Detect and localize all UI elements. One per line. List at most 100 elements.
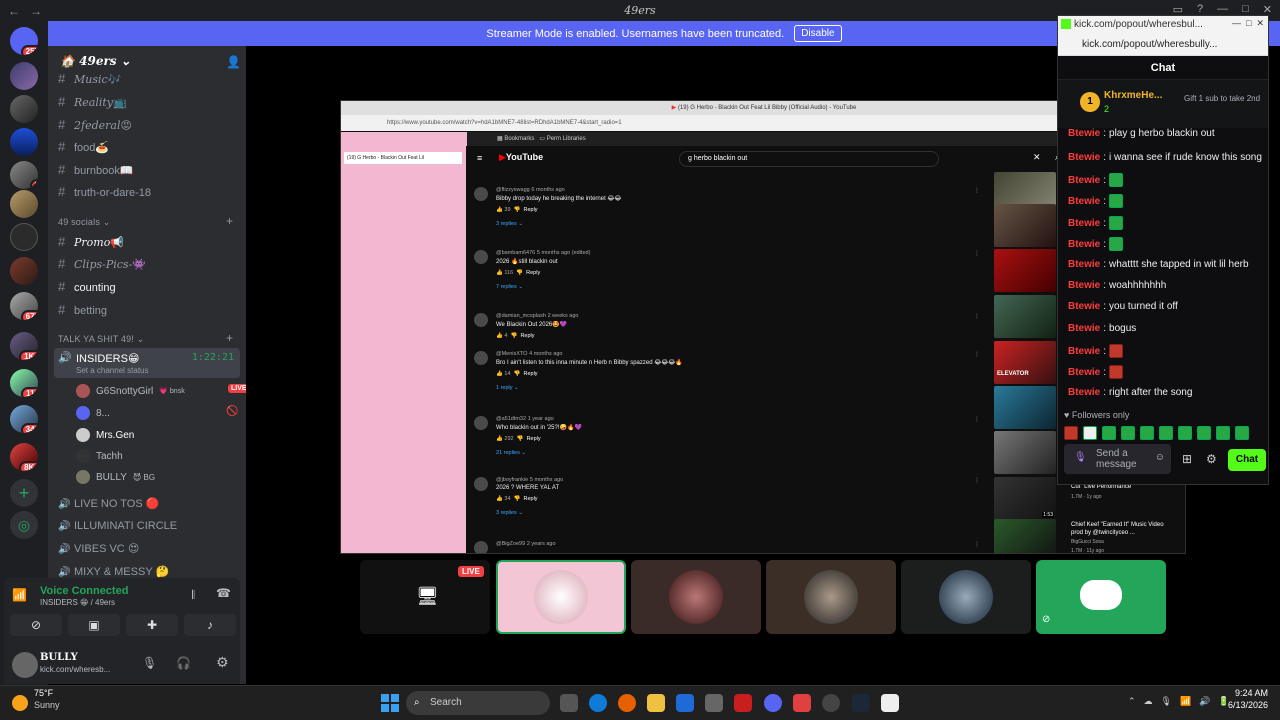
file-explorer-icon[interactable] — [647, 694, 665, 712]
chat-username[interactable]: Btewie — [1068, 175, 1100, 186]
voice-connected-sub[interactable]: INSIDERS 😁 / 49ers — [40, 598, 115, 607]
chat-username[interactable]: Btewie — [1068, 280, 1100, 291]
chat-username[interactable]: Btewie — [1068, 152, 1100, 163]
server-folder-icon[interactable]: 679 — [10, 292, 38, 320]
emote-icon[interactable] — [1102, 426, 1116, 440]
participant-tile[interactable] — [766, 560, 896, 634]
voice-channel-mixy-messy[interactable]: 🔊 MIXY & MESSY 🤔 — [58, 565, 169, 578]
server-icon[interactable] — [10, 257, 38, 285]
invite-icon[interactable]: 👤 — [226, 55, 241, 69]
channel-truth-or-dare[interactable]: # truth-or-dare-18 — [58, 184, 151, 199]
settings-gear-icon[interactable]: ⚙ — [216, 654, 229, 671]
chat-username[interactable]: Btewie — [1068, 387, 1100, 398]
add-server-icon[interactable]: + — [10, 479, 38, 507]
participant-tile[interactable] — [631, 560, 761, 634]
chat-username[interactable]: Btewie — [1068, 196, 1100, 207]
voice-channel-illuminati[interactable]: 🔊 ILLUMINATI CIRCLE — [58, 520, 177, 532]
emote-icon[interactable] — [1064, 426, 1078, 440]
popout-address-bar[interactable]: kick.com/popout/wheresbully... — [1058, 33, 1268, 56]
chat-username[interactable]: Btewie — [1068, 128, 1100, 139]
chat-username[interactable]: Btewie — [1068, 323, 1100, 334]
camera-off-icon[interactable]: ⊘ — [10, 614, 62, 636]
discord-icon[interactable] — [764, 694, 782, 712]
channel-2federal[interactable]: #2federal😡 — [58, 117, 132, 132]
share-screen-icon[interactable]: ▣ — [68, 614, 120, 636]
soundboard-icon[interactable]: ♪ — [184, 614, 236, 636]
server-icon[interactable] — [10, 62, 38, 90]
steam-icon[interactable] — [852, 694, 870, 712]
chat-username[interactable]: Btewie — [1068, 367, 1100, 378]
channel-food[interactable]: # food🍝 — [58, 139, 109, 154]
chat-username[interactable]: Btewie — [1068, 259, 1100, 270]
start-windows-icon[interactable] — [381, 694, 399, 712]
server-name-header[interactable]: 🏠 49ers ⌄ — [60, 54, 131, 68]
chat-username[interactable]: Btewie — [1068, 346, 1100, 357]
voice-user[interactable]: Mrs.Gen — [76, 428, 134, 442]
discover-icon[interactable]: ◎ — [10, 511, 38, 539]
stream-tile[interactable]: 🖥 LIVE — [360, 560, 490, 634]
category-49-socials[interactable]: 49 socials ⌄ — [58, 217, 110, 228]
direct-messages-icon[interactable]: 257 — [10, 27, 38, 55]
server-folder-icon[interactable]: 114 — [10, 369, 38, 397]
app-icon[interactable] — [881, 694, 899, 712]
settings-gear-icon[interactable]: ⚙ — [1206, 452, 1217, 466]
voice-user[interactable]: Tachh — [76, 449, 123, 463]
edge-icon[interactable] — [589, 694, 607, 712]
channel-clips-pics[interactable]: # Clips-Pics-👾 — [58, 256, 146, 271]
voice-channel-insiders[interactable]: 🔊 INSIDERS😁 1:22:21 Set a channel status — [54, 348, 240, 378]
gift-cta[interactable]: Gift 1 sub to take 2nd — [1184, 94, 1264, 103]
gift-icon[interactable]: ⊞ — [1182, 452, 1192, 466]
add-channel-icon[interactable]: + — [226, 331, 233, 345]
emote-icon[interactable] — [1235, 426, 1249, 440]
emote-icon[interactable] — [1197, 426, 1211, 440]
weather-sun-icon[interactable] — [12, 695, 28, 711]
chat-username[interactable]: Btewie — [1068, 301, 1100, 312]
store-icon[interactable] — [705, 694, 723, 712]
firefox-icon[interactable] — [618, 694, 636, 712]
channel-promo[interactable]: # Promo📢 — [58, 234, 124, 249]
server-icon[interactable] — [10, 95, 38, 123]
headphones-icon[interactable]: 🎧 — [176, 656, 191, 670]
channel-counting[interactable]: # counting — [58, 279, 116, 294]
voice-channel-vibes[interactable]: 🔊 VIBES VC 😍 — [58, 542, 139, 555]
emote-icon[interactable] — [1216, 426, 1230, 440]
participant-tile[interactable]: ⊘ — [1036, 560, 1166, 634]
emote-icon[interactable] — [1159, 426, 1173, 440]
disconnect-icon[interactable]: ☎ — [216, 586, 231, 600]
server-icon[interactable] — [10, 128, 38, 156]
emote-icon[interactable] — [1140, 426, 1154, 440]
emote-icon[interactable] — [1178, 426, 1192, 440]
category-talk[interactable]: TALK YA SHIT 49! ⌄ — [58, 334, 145, 345]
emote-icon[interactable] — [1083, 426, 1097, 440]
adobe-icon[interactable] — [734, 694, 752, 712]
activities-icon[interactable]: ✚ — [126, 614, 178, 636]
server-icon[interactable] — [10, 190, 38, 218]
obs-icon[interactable] — [822, 694, 840, 712]
emote-bar[interactable] — [1064, 426, 1262, 440]
emote-icon[interactable] — [1121, 426, 1135, 440]
chat-username[interactable]: Btewie — [1068, 239, 1100, 250]
channel-reality[interactable]: # Reality📺 — [58, 94, 127, 109]
channel-status[interactable]: Set a channel status — [76, 366, 149, 375]
noise-suppression-icon[interactable]: 𝄃 — [192, 588, 195, 603]
voice-user[interactable]: BULLY 😈 BG — [76, 470, 155, 484]
voice-channel-live-no-tos[interactable]: 🔊 LIVE NO TOS 🔴 — [58, 497, 159, 510]
disable-button[interactable]: Disable — [794, 25, 842, 42]
microphone-icon[interactable]: 🎙 — [142, 656, 157, 670]
participant-tile[interactable] — [901, 560, 1031, 634]
taskbar-search[interactable]: ⌕ Search — [406, 691, 550, 715]
avatar[interactable] — [12, 652, 38, 678]
outlook-icon[interactable] — [676, 694, 694, 712]
app-icon[interactable] — [793, 694, 811, 712]
channel-betting[interactable]: # betting — [58, 302, 107, 317]
chat-username[interactable]: Btewie — [1068, 218, 1100, 229]
signal-icon[interactable]: 📶 — [12, 588, 27, 602]
voice-user[interactable]: 8... 🚫 — [76, 406, 238, 420]
emoji-icon[interactable]: ☺ — [1155, 452, 1165, 463]
participant-tile[interactable] — [496, 560, 626, 634]
add-channel-icon[interactable]: + — [226, 214, 233, 228]
server-icon[interactable] — [10, 223, 38, 251]
channel-music[interactable]: # Music🎶 — [58, 71, 121, 86]
channel-burnbook[interactable]: # burnbook📖 — [58, 162, 134, 177]
send-chat-button[interactable]: Chat — [1228, 449, 1266, 471]
